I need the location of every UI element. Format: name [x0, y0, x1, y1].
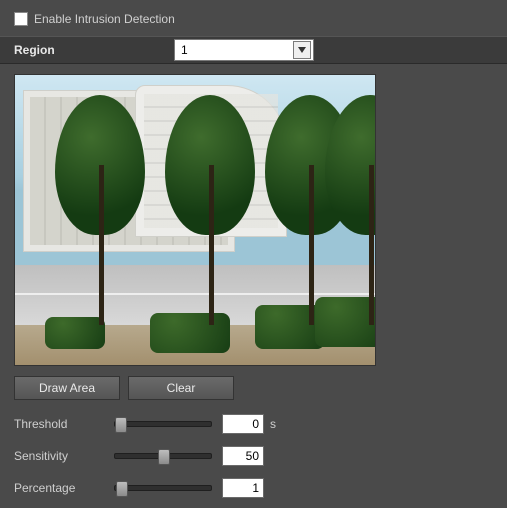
threshold-row: Threshold 0 s: [14, 414, 493, 434]
region-select[interactable]: 1: [174, 39, 314, 61]
sensitivity-thumb[interactable]: [158, 449, 170, 465]
chevron-down-icon: [293, 41, 311, 59]
sensitivity-row: Sensitivity 50: [14, 446, 493, 466]
draw-area-button[interactable]: Draw Area: [14, 376, 120, 400]
region-label: Region: [14, 43, 174, 57]
percentage-label: Percentage: [14, 481, 114, 495]
sensitivity-label: Sensitivity: [14, 449, 114, 463]
threshold-slider[interactable]: [114, 421, 212, 427]
percentage-row: Percentage 1: [14, 478, 493, 498]
clear-button[interactable]: Clear: [128, 376, 234, 400]
threshold-label: Threshold: [14, 417, 114, 431]
sensitivity-value[interactable]: 50: [222, 446, 264, 466]
threshold-value[interactable]: 0: [222, 414, 264, 434]
percentage-slider[interactable]: [114, 485, 212, 491]
threshold-thumb[interactable]: [115, 417, 127, 433]
threshold-unit: s: [270, 417, 276, 431]
sensitivity-slider[interactable]: [114, 453, 212, 459]
percentage-value[interactable]: 1: [222, 478, 264, 498]
enable-checkbox[interactable]: [14, 12, 28, 26]
percentage-thumb[interactable]: [116, 481, 128, 497]
region-bar: Region 1: [0, 36, 507, 64]
video-preview[interactable]: [14, 74, 376, 366]
enable-label: Enable Intrusion Detection: [34, 12, 175, 26]
region-select-value: 1: [181, 43, 188, 57]
